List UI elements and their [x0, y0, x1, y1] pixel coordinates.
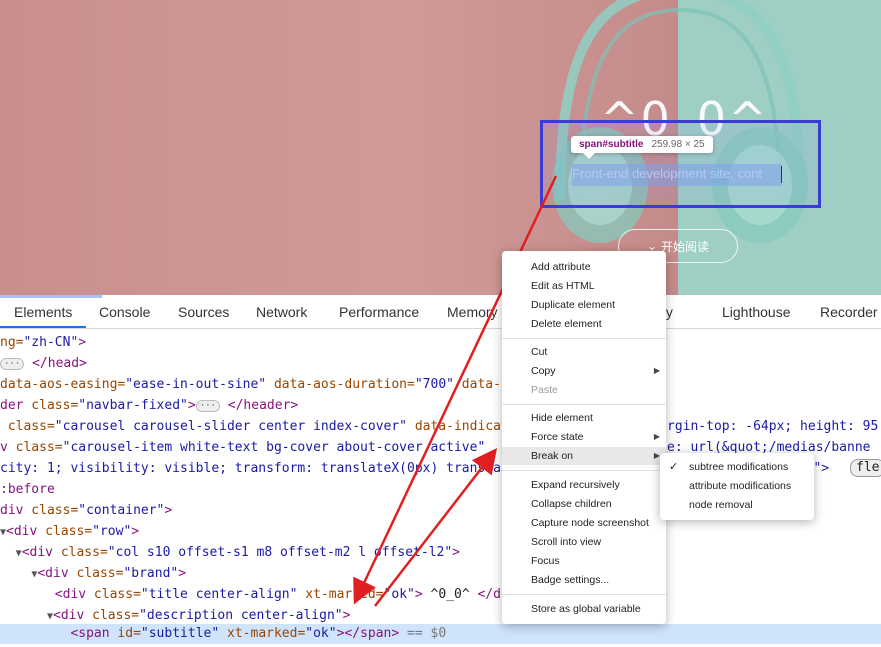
start-reading-label: 开始阅读 [661, 239, 710, 254]
submenu-arrow-icon: ▶ [653, 432, 660, 441]
context-menu: Add attribute Edit as HTML Duplicate ele… [502, 251, 666, 624]
tree-line-head[interactable]: ··· </head> [0, 354, 881, 374]
menu-separator [502, 338, 666, 339]
menu-separator [502, 470, 666, 471]
submenu-subtree-modifications[interactable]: ✓ subtree modifications [660, 458, 814, 476]
menu-capture-node-screenshot[interactable]: Capture node screenshot [502, 514, 666, 532]
menu-copy-label: Copy [531, 365, 556, 377]
tree-line-title[interactable]: <div class="title center-align" xt-marke… [0, 585, 881, 605]
menu-store-as-global-variable[interactable]: Store as global variable [502, 600, 666, 618]
menu-badge-settings[interactable]: Badge settings... [502, 571, 666, 589]
tab-sources[interactable]: Sources [178, 304, 229, 320]
tree-line-row[interactable]: ▼<div class="row"> [0, 522, 881, 542]
tab-bar-accent [0, 295, 102, 298]
tree-line-carousel[interactable]: class="carousel carousel-slider center i… [0, 417, 881, 437]
menu-force-state-label: Force state [531, 431, 584, 443]
text-caret [781, 166, 782, 183]
tree-line-subtitle-selected[interactable]: <span id="subtitle" xt-marked="ok"></spa… [0, 624, 881, 644]
tree-line-header[interactable]: der class="navbar-fixed"> ··· </header> [0, 396, 881, 416]
active-tab-indicator [0, 326, 86, 328]
hero-subtitle: Front-end development site, cont [572, 166, 763, 181]
tab-lighthouse[interactable]: Lighthouse [722, 304, 791, 320]
tab-recorder[interactable]: Recorder [820, 304, 878, 320]
submenu-subtree-label: subtree modifications [689, 461, 789, 473]
menu-separator [502, 404, 666, 405]
tab-console[interactable]: Console [99, 304, 150, 320]
menu-collapse-children[interactable]: Collapse children [502, 495, 666, 513]
page-hero: ^0_0^ Front-end development site, cont s… [0, 0, 881, 295]
menu-separator [502, 594, 666, 595]
menu-copy[interactable]: Copy ▶ [502, 362, 666, 380]
tree-line-body[interactable]: data-aos-easing="ease-in-out-sine" data-… [0, 375, 881, 395]
menu-focus[interactable]: Focus [502, 552, 666, 570]
submenu-arrow-icon: ▶ [653, 366, 660, 375]
tab-elements[interactable]: Elements [14, 304, 72, 320]
tree-line-html[interactable]: ng="zh-CN"> [0, 333, 881, 353]
menu-paste: Paste [531, 384, 558, 396]
tooltip-size: 259.98 × 25 [651, 139, 705, 150]
menu-add-attribute[interactable]: Add attribute [502, 258, 666, 276]
devtools-tab-bar: Elements Console Sources Network Perform… [0, 295, 881, 329]
menu-duplicate-element[interactable]: Duplicate element [502, 296, 666, 314]
tab-network[interactable]: Network [256, 304, 307, 320]
submenu-attribute-modifications[interactable]: attribute modifications [660, 477, 814, 495]
collapsed-dots[interactable]: ··· [0, 357, 25, 370]
inspect-tooltip: span#subtitle 259.98 × 25 [571, 136, 713, 159]
tooltip-selector: span#subtitle [579, 139, 644, 150]
submenu-node-removal[interactable]: node removal [660, 496, 814, 514]
menu-break-on[interactable]: Break on ▶ [502, 447, 666, 465]
tree-line-brand[interactable]: ▼<div class="brand"> [0, 564, 881, 584]
flex-badge[interactable]: fle [850, 459, 881, 477]
menu-force-state[interactable]: Force state ▶ [502, 428, 666, 446]
tree-line-col[interactable]: ▼<div class="col s10 offset-s1 m8 offset… [0, 543, 881, 563]
tab-performance[interactable]: Performance [339, 304, 419, 320]
tree-line-description[interactable]: ▼<div class="description center-align"> [0, 606, 881, 626]
menu-edit-as-html[interactable]: Edit as HTML [502, 277, 666, 295]
menu-delete-element[interactable]: Delete element [502, 315, 666, 333]
collapsed-dots[interactable]: ··· [195, 399, 220, 412]
menu-scroll-into-view[interactable]: Scroll into view [502, 533, 666, 551]
checkmark-icon: ✓ [669, 461, 679, 473]
menu-hide-element[interactable]: Hide element [502, 409, 666, 427]
menu-cut[interactable]: Cut [502, 343, 666, 361]
break-on-submenu: ✓ subtree modifications attribute modific… [660, 453, 814, 520]
tab-memory[interactable]: Memory [447, 304, 498, 320]
menu-expand-recursively[interactable]: Expand recursively [502, 476, 666, 494]
menu-break-on-label: Break on [531, 450, 574, 462]
